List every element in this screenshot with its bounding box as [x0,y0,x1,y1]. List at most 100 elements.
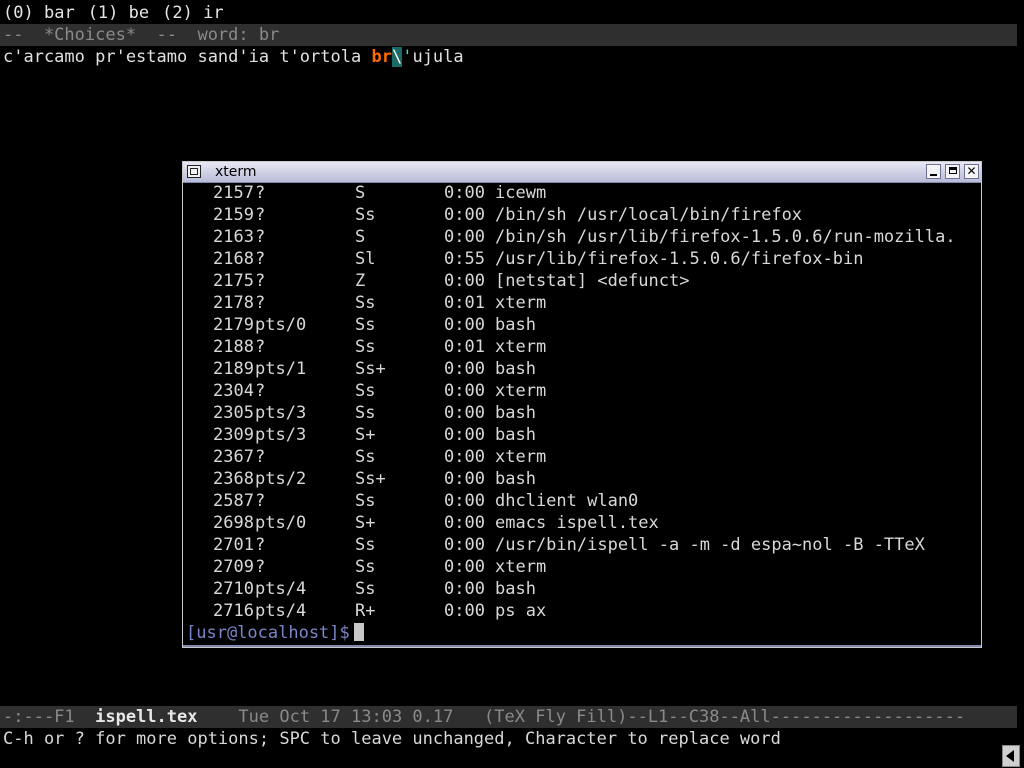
process-row: 2163? S 0:00/bin/sh /usr/lib/firefox-1.5.0… [186,226,979,248]
process-command: bash [495,469,536,489]
process-tty: ? [255,337,266,357]
process-pid: 2178 [213,293,254,313]
process-stat: Ss [355,293,376,313]
echo-area: C-h or ? for more options; SPC to leave … [3,729,781,749]
process-stat: Ss [355,535,376,555]
process-row: 2157? S 0:00 icewm [186,182,979,204]
process-tty: pts/4 [255,601,307,621]
window-menu-icon[interactable] [187,165,201,178]
process-stat: Ss [355,337,376,357]
scroll-left-arrow-icon[interactable] [1002,745,1020,767]
process-tty: ? [255,205,266,225]
process-row: 2304? Ss 0:00 xterm [186,380,979,402]
mode-line-info: Tue Oct 17 13:03 0.17 (TeX Fly Fill)--L1… [197,707,966,727]
process-stat: R+ [355,601,376,621]
process-row: 2710pts/4 Ss 0:00 bash [186,578,979,600]
process-pid: 2305 [213,403,254,423]
spelling-choice[interactable]: (2) ir [162,3,223,23]
process-pid: 2175 [213,271,254,291]
process-time: 0:01 [444,293,485,313]
close-button[interactable]: ✕ [964,164,979,179]
shell-prompt-line[interactable]: [usr@localhost]$ [186,622,979,644]
xterm-window[interactable]: xterm ✕ 2157? S 0:00 icewm 2159? Ss 0:00/bin/s… [182,161,982,648]
process-time: 0:01 [444,337,485,357]
process-command: /usr/bin/ispell -a -m -d espa~nol -B -TT… [495,535,925,555]
window-bottom-border[interactable] [183,645,981,647]
process-time: 0:00 [444,513,485,533]
process-row: 2587? Ss 0:00 dhclient wlan0 [186,490,979,512]
choice-word: be [128,3,150,23]
process-row: 2716pts/4 R+ 0:00 ps ax [186,600,979,622]
buffer-name: ispell.tex [95,707,198,727]
xterm-titlebar[interactable]: xterm ✕ [183,162,981,183]
process-pid: 2698 [213,513,254,533]
process-stat: S [355,227,366,247]
process-time: 0:00 [444,447,485,467]
process-command: ps ax [495,601,547,621]
process-stat: Ss [355,205,376,225]
process-command: bash [495,359,536,379]
process-pid: 2188 [213,337,254,357]
choices-mode-line: -- *Choices* -- word: br [0,24,1017,46]
process-tty: ? [255,491,266,511]
text-after-word: ujula [412,47,464,67]
text-before-word: c'arcamo pr'estamo sand'ia t'ortola [3,47,372,67]
process-row: 2698pts/0 S+ 0:00 emacs ispell.tex [186,512,979,534]
ispell-choices-list: (0) bar (1) be (2) ir [3,2,237,24]
process-pid: 2179 [213,315,254,335]
process-time: 0:00 [444,425,485,445]
process-tty: ? [255,293,266,313]
process-row: 2189pts/1 Ss+ 0:00 bash [186,358,979,380]
process-stat: Sl [355,249,376,269]
choice-index: (1) [87,3,119,23]
process-pid: 2710 [213,579,254,599]
process-time: 0:00 [444,359,485,379]
process-stat: Ss [355,381,376,401]
process-pid: 2709 [213,557,254,577]
process-tty: pts/2 [255,469,307,489]
process-stat: Ss [355,557,376,577]
minimize-button[interactable] [926,164,941,179]
process-command: emacs ispell.tex [495,513,659,533]
process-stat: Ss+ [355,359,386,379]
process-row: 2309pts/3 S+ 0:00 bash [186,424,979,446]
spelling-choice[interactable]: (1) be [88,3,149,23]
spelling-choice[interactable]: (0) bar [3,3,75,23]
process-stat: Z [355,271,366,291]
process-row: 2701? Ss 0:00/usr/bin/ispell -a -m -d espa… [186,534,979,556]
process-row: 2168? Sl 0:55/usr/lib/firefox-1.5.0.6/fire… [186,248,979,270]
misspelled-word: br [371,47,392,67]
process-row: 2175? Z 0:00 [netstat] <defunct> [186,270,979,292]
process-pid: 2189 [213,359,254,379]
process-stat: S+ [355,425,376,445]
process-stat: Ss [355,491,376,511]
process-row: 2368pts/2 Ss+ 0:00 bash [186,468,979,490]
process-row: 2178? Ss 0:01 xterm [186,292,979,314]
process-tty: pts/4 [255,579,307,599]
process-tty: ? [255,227,266,247]
backslash-char: \ [391,47,403,67]
process-time: 0:00 [444,601,485,621]
process-time: 0:00 [444,205,485,225]
process-stat: Ss+ [355,469,386,489]
process-tty: pts/1 [255,359,307,379]
process-row: 2367? Ss 0:00 xterm [186,446,979,468]
process-tty: pts/3 [255,403,307,423]
maximize-button[interactable] [945,164,960,179]
process-pid: 2157 [213,183,254,203]
process-command: xterm [495,557,547,577]
process-time: 0:00 [444,183,485,203]
process-tty: pts/0 [255,315,307,335]
process-tty: ? [255,381,266,401]
process-stat: Ss [355,579,376,599]
process-time: 0:00 [444,557,485,577]
process-time: 0:00 [444,535,485,555]
process-tty: ? [255,271,266,291]
process-stat: Ss [355,447,376,467]
terminal-output[interactable]: 2157? S 0:00 icewm 2159? Ss 0:00/bin/sh /usr/l… [186,182,979,645]
checked-text-line[interactable]: c'arcamo pr'estamo sand'ia t'ortola br\'… [3,46,464,68]
process-command: icewm [495,183,547,203]
process-stat: S [355,183,366,203]
process-pid: 2587 [213,491,254,511]
process-stat: Ss [355,315,376,335]
